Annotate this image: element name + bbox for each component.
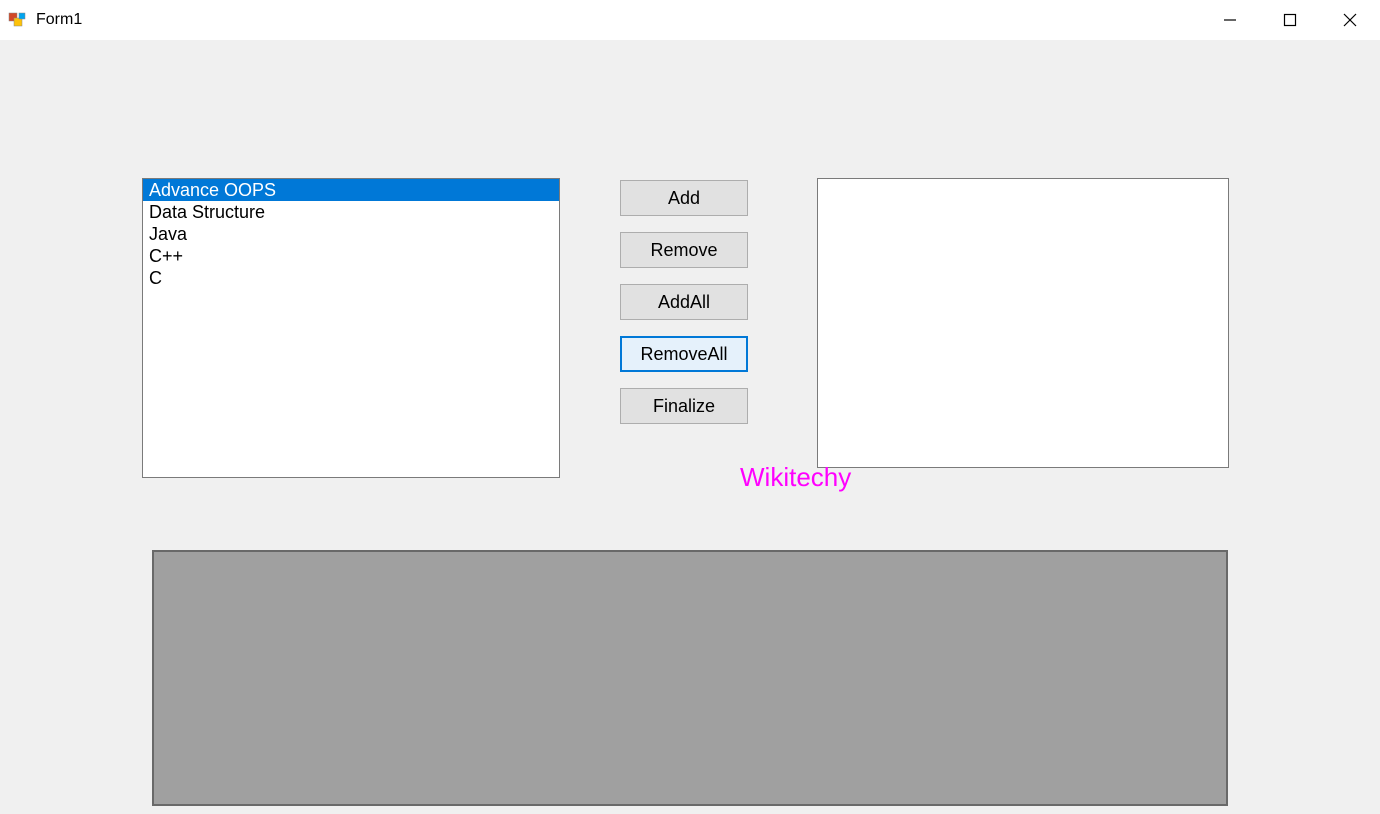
- remove-button[interactable]: Remove: [620, 232, 748, 268]
- list-item[interactable]: Data Structure: [143, 201, 559, 223]
- watermark-label: Wikitechy: [740, 462, 851, 493]
- button-column: Add Remove AddAll RemoveAll Finalize: [620, 180, 748, 424]
- list-item[interactable]: Advance OOPS: [143, 179, 559, 201]
- source-listbox[interactable]: Advance OOPSData StructureJavaC++C: [142, 178, 560, 478]
- list-item[interactable]: C++: [143, 245, 559, 267]
- bottom-panel: [152, 550, 1228, 806]
- addall-button[interactable]: AddAll: [620, 284, 748, 320]
- titlebar: Form1: [0, 0, 1380, 40]
- add-button[interactable]: Add: [620, 180, 748, 216]
- window-title: Form1: [36, 11, 82, 29]
- minimize-button[interactable]: [1200, 0, 1260, 40]
- close-button[interactable]: [1320, 0, 1380, 40]
- client-area: Advance OOPSData StructureJavaC++C Add R…: [0, 40, 1380, 814]
- window-controls: [1200, 0, 1380, 40]
- target-listbox[interactable]: [817, 178, 1229, 468]
- maximize-button[interactable]: [1260, 0, 1320, 40]
- app-icon: [8, 10, 28, 30]
- titlebar-left: Form1: [8, 10, 82, 30]
- list-item[interactable]: C: [143, 267, 559, 289]
- list-item[interactable]: Java: [143, 223, 559, 245]
- finalize-button[interactable]: Finalize: [620, 388, 748, 424]
- removeall-button[interactable]: RemoveAll: [620, 336, 748, 372]
